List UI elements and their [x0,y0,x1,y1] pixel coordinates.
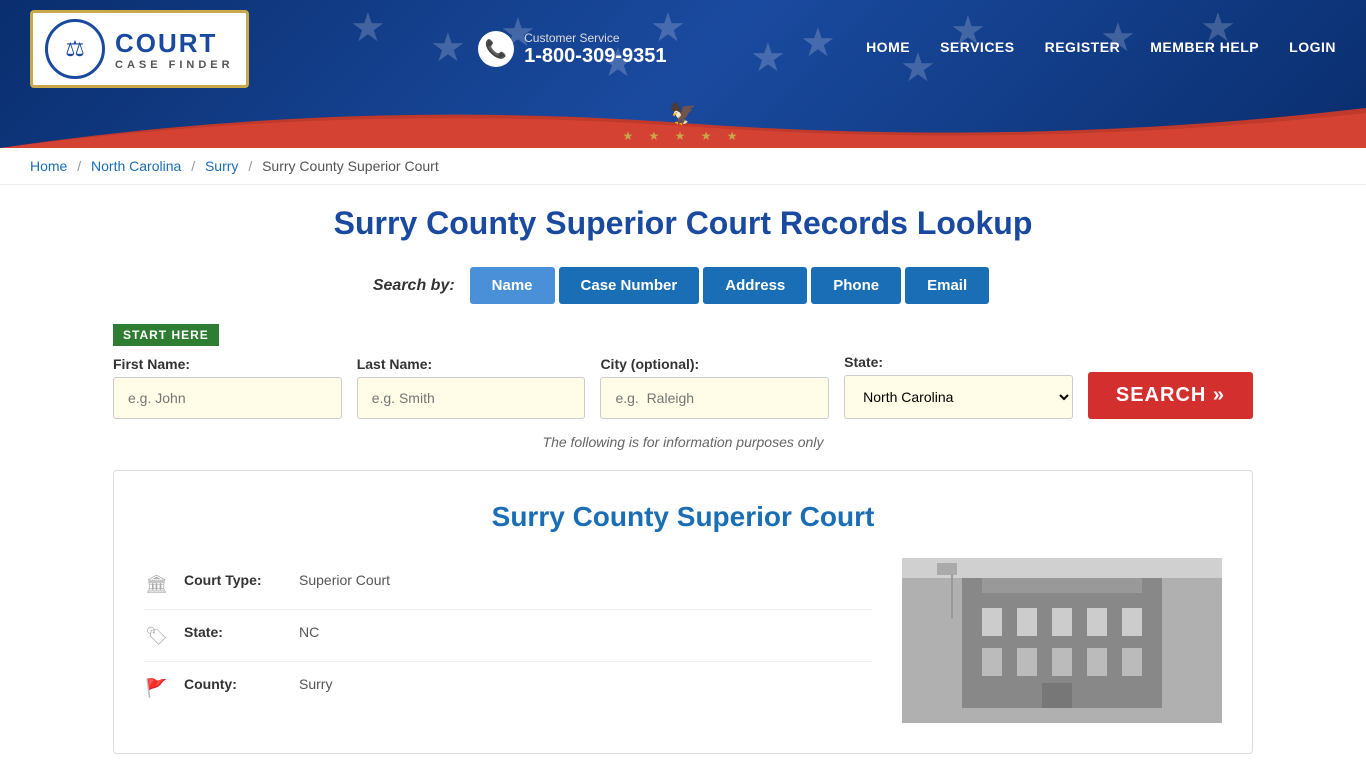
tab-phone[interactable]: Phone [811,267,901,304]
breadcrumb: Home / North Carolina / Surry / Surry Co… [0,148,1366,185]
start-here-badge: START HERE [113,324,219,346]
county-row: 🚩 County: Surry [144,662,872,713]
search-form: First Name: Last Name: City (optional): … [113,354,1253,419]
search-form-container: START HERE First Name: Last Name: City (… [113,324,1253,450]
tab-name[interactable]: Name [470,267,555,304]
state-row: 🏷 State: NC [144,610,872,662]
first-name-label: First Name: [113,356,342,372]
logo-case-finder-text: CASE FINDER [115,59,234,71]
search-tabs-bar: Search by: Name Case Number Address Phon… [113,267,1253,304]
breadcrumb-nc[interactable]: North Carolina [91,158,181,174]
city-input[interactable] [600,377,829,419]
tab-address[interactable]: Address [703,267,807,304]
county-icon: 🚩 [144,678,169,699]
state-label: State: [844,354,1073,370]
court-type-value: Superior Court [299,572,390,588]
state-icon: 🏷 [144,626,169,647]
logo-icon [45,19,105,79]
breadcrumb-current: Surry County Superior Court [262,158,439,174]
court-building-image [902,558,1222,723]
breadcrumb-sep-3: / [248,158,252,174]
state-value: NC [299,624,319,640]
breadcrumb-home[interactable]: Home [30,158,67,174]
court-type-row: 🏛 Court Type: Superior Court [144,558,872,610]
nav-member-help[interactable]: MEMBER HELP [1150,39,1259,59]
breadcrumb-sep-1: / [77,158,81,174]
phone-label: Customer Service [524,31,666,45]
county-value: Surry [299,676,332,692]
phone-area: 📞 Customer Service 1-800-309-9351 [478,31,666,68]
phone-icon: 📞 [478,31,514,67]
search-button[interactable]: SEARCH » [1088,372,1253,419]
last-name-field: Last Name: [357,356,586,419]
first-name-field: First Name: [113,356,342,419]
court-card-title: Surry County Superior Court [144,501,1222,533]
court-info-details: 🏛 Court Type: Superior Court 🏷 State: NC… [144,558,872,723]
state-label-info: State: [184,624,284,640]
main-nav: HOME SERVICES REGISTER MEMBER HELP LOGIN [866,39,1336,59]
last-name-label: Last Name: [357,356,586,372]
first-name-input[interactable] [113,377,342,419]
main-content: Surry County Superior Court Records Look… [83,185,1283,774]
nav-login[interactable]: LOGIN [1289,39,1336,59]
last-name-input[interactable] [357,377,586,419]
breadcrumb-sep-2: / [191,158,195,174]
logo-court-text: COURT [115,28,234,59]
tab-case-number[interactable]: Case Number [559,267,700,304]
eagle-emblem: 🦅 ★ ★ ★ ★ ★ [622,101,743,143]
state-select[interactable]: North Carolina Alabama Alaska Arizona Ar… [844,375,1073,419]
tab-email[interactable]: Email [905,267,989,304]
info-note: The following is for information purpose… [113,434,1253,450]
search-by-label: Search by: [373,277,455,295]
court-card: Surry County Superior Court 🏛 Court Type… [113,470,1253,754]
breadcrumb-surry[interactable]: Surry [205,158,238,174]
site-logo[interactable]: COURT CASE FINDER [30,10,249,88]
court-type-icon: 🏛 [144,574,169,595]
phone-number: 1-800-309-9351 [524,45,666,68]
nav-home[interactable]: HOME [866,39,910,59]
city-field: City (optional): [600,356,829,419]
state-field: State: North Carolina Alabama Alaska Ari… [844,354,1073,419]
county-label: County: [184,676,284,692]
page-title: Surry County Superior Court Records Look… [113,205,1253,242]
court-info-body: 🏛 Court Type: Superior Court 🏷 State: NC… [144,558,1222,723]
court-type-label: Court Type: [184,572,284,588]
nav-register[interactable]: REGISTER [1045,39,1121,59]
city-label: City (optional): [600,356,829,372]
nav-services[interactable]: SERVICES [940,39,1015,59]
